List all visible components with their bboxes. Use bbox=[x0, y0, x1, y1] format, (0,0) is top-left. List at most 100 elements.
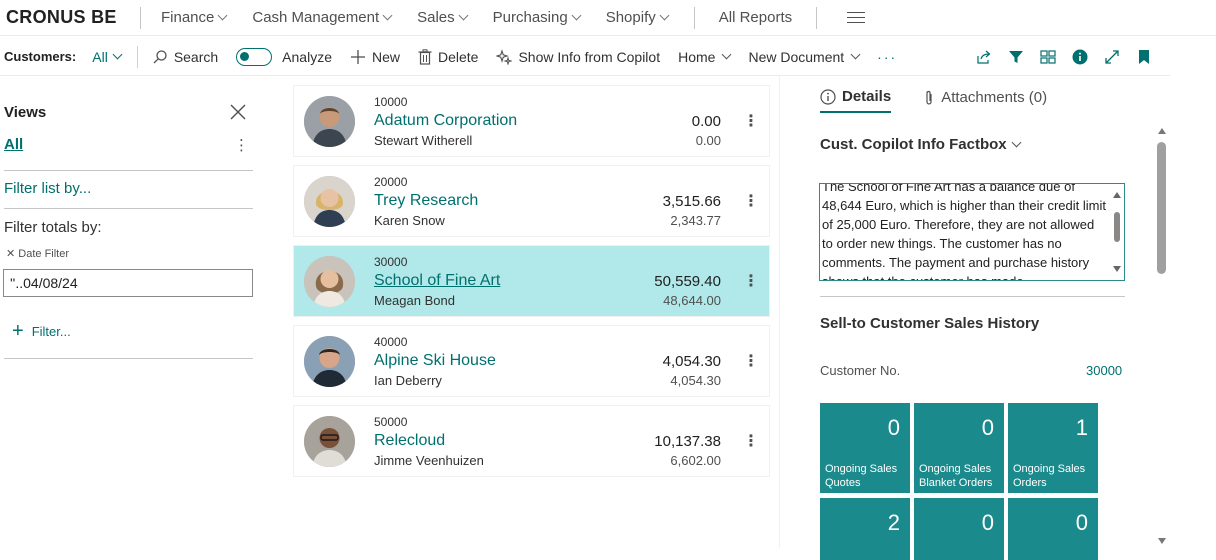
tile[interactable]: 2 bbox=[820, 498, 910, 560]
chevron-down-icon bbox=[571, 10, 582, 21]
date-filter-input[interactable] bbox=[3, 269, 253, 297]
customer-card[interactable]: 10000 Adatum Corporation Stewart Withere… bbox=[294, 86, 769, 156]
share-button[interactable] bbox=[968, 49, 1000, 65]
copilot-label: Show Info from Copilot bbox=[518, 48, 661, 65]
layout-button[interactable] bbox=[1032, 49, 1064, 65]
chevron-down-icon bbox=[458, 10, 469, 21]
nav-item-label: Cash Management bbox=[252, 9, 380, 26]
expand-button[interactable] bbox=[1096, 49, 1128, 65]
tile-ongoing-sales-orders[interactable]: 1 Ongoing Sales Orders bbox=[1008, 403, 1098, 493]
view-all-link[interactable]: All bbox=[4, 136, 23, 153]
search-label: Search bbox=[173, 48, 219, 65]
tile-ongoing-sales-quotes[interactable]: 0 Ongoing Sales Quotes bbox=[820, 403, 910, 493]
new-button[interactable]: New bbox=[350, 49, 400, 65]
plus-icon: + bbox=[12, 320, 24, 342]
analyze-toggle[interactable]: Analyze bbox=[236, 47, 332, 66]
nav-item-finance[interactable]: Finance bbox=[161, 9, 228, 26]
home-menu[interactable]: Home bbox=[678, 49, 732, 65]
more-actions-button[interactable]: ··· bbox=[877, 49, 897, 65]
delete-button[interactable]: Delete bbox=[418, 49, 478, 65]
nav-item-sales[interactable]: Sales bbox=[417, 9, 469, 26]
view-options-icon[interactable]: ⋮ bbox=[234, 136, 249, 154]
tile-ongoing-sales-blanket-orders[interactable]: 0 Ongoing Sales Blanket Orders bbox=[914, 403, 1004, 493]
filter-button[interactable] bbox=[1000, 49, 1032, 65]
hamburger-menu-icon[interactable] bbox=[847, 12, 866, 23]
customer-no-value[interactable]: 30000 bbox=[1086, 363, 1122, 378]
customer-avatar bbox=[304, 96, 355, 147]
bookmark-button[interactable] bbox=[1128, 49, 1160, 65]
nav-item-label: Purchasing bbox=[492, 9, 568, 26]
card-options-icon[interactable]: ⋮ bbox=[743, 351, 759, 371]
close-icon[interactable] bbox=[230, 104, 246, 120]
nav-item-purchasing[interactable]: Purchasing bbox=[492, 9, 582, 26]
nav-item-cash-management[interactable]: Cash Management bbox=[252, 9, 393, 26]
add-filter-label: Filter... bbox=[31, 324, 71, 339]
card-options-icon[interactable]: ⋮ bbox=[743, 111, 759, 131]
remove-filter-icon[interactable]: ✕ bbox=[6, 248, 15, 260]
copilot-scrollbar[interactable] bbox=[1110, 184, 1124, 280]
view-selector[interactable]: All bbox=[92, 49, 123, 65]
copilot-info-text: The School of Fine Art has a balance due… bbox=[822, 183, 1106, 280]
customer-no: 50000 bbox=[374, 415, 408, 429]
delete-label: Delete bbox=[438, 48, 479, 65]
filter-list-link[interactable]: Filter list by... bbox=[4, 180, 91, 197]
chevron-down-icon bbox=[217, 10, 228, 21]
customer-balance-due: 2,343.77 bbox=[670, 213, 721, 228]
tile-value: 0 bbox=[981, 510, 994, 535]
top-navigation: CRONUS BE Finance Cash Management Sales … bbox=[0, 0, 1216, 36]
card-options-icon[interactable]: ⋮ bbox=[743, 431, 759, 451]
tab-details[interactable]: Details bbox=[820, 88, 892, 113]
scroll-up-icon[interactable] bbox=[1158, 128, 1166, 134]
action-bar: Customers: All Search Analyze New Delete… bbox=[0, 38, 1170, 76]
customer-name[interactable]: School of Fine Art bbox=[374, 272, 500, 290]
customer-card[interactable]: 50000 Relecloud Jimme Veenhuizen 10,137.… bbox=[294, 406, 769, 476]
customer-balance: 10,137.38 bbox=[654, 433, 721, 450]
customer-name[interactable]: Relecloud bbox=[374, 432, 445, 450]
factbox-scrollbar[interactable] bbox=[1156, 126, 1168, 546]
info-circle-icon bbox=[820, 88, 836, 105]
company-name[interactable]: CRONUS BE bbox=[0, 7, 140, 28]
scrollbar-thumb[interactable] bbox=[1114, 212, 1120, 242]
plus-icon bbox=[350, 49, 365, 64]
tile[interactable]: 0 bbox=[914, 498, 1004, 560]
page-caption: Customers: bbox=[4, 49, 77, 64]
chevron-down-icon bbox=[659, 10, 670, 21]
all-reports-link[interactable]: All Reports bbox=[695, 9, 816, 26]
new-document-menu[interactable]: New Document bbox=[748, 49, 861, 65]
customer-card[interactable]: 20000 Trey Research Karen Snow 3,515.66 … bbox=[294, 166, 769, 236]
customer-card[interactable]: 40000 Alpine Ski House Ian Deberry 4,054… bbox=[294, 326, 769, 396]
tab-attachments[interactable]: Attachments (0) bbox=[923, 88, 1047, 113]
nav-item-shopify[interactable]: Shopify bbox=[606, 9, 670, 26]
copilot-info-textbox[interactable]: The School of Fine Art has a balance due… bbox=[819, 183, 1125, 281]
grid-layout-icon bbox=[1040, 50, 1056, 64]
scroll-up-icon[interactable] bbox=[1113, 192, 1121, 198]
tile-label: Ongoing Sales Blanket Orders bbox=[919, 463, 993, 489]
share-icon bbox=[977, 50, 991, 64]
customer-no: 40000 bbox=[374, 335, 408, 349]
customer-contact: Stewart Witherell bbox=[374, 133, 473, 148]
card-options-icon[interactable]: ⋮ bbox=[743, 271, 759, 291]
info-button[interactable] bbox=[1064, 49, 1096, 65]
scrollbar-thumb[interactable] bbox=[1157, 142, 1166, 274]
show-copilot-info-button[interactable]: Show Info from Copilot bbox=[496, 49, 660, 65]
tile[interactable]: 0 bbox=[1008, 498, 1098, 560]
info-icon bbox=[1072, 49, 1088, 65]
scroll-down-icon[interactable] bbox=[1158, 538, 1166, 544]
customer-name[interactable]: Alpine Ski House bbox=[374, 352, 496, 370]
customer-card-selected[interactable]: 30000 School of Fine Art Meagan Bond 50,… bbox=[294, 246, 769, 316]
scroll-down-icon[interactable] bbox=[1113, 266, 1121, 272]
search-button[interactable]: Search bbox=[152, 49, 218, 65]
customer-balance-due: 6,602.00 bbox=[670, 453, 721, 468]
date-filter-label: Date Filter bbox=[18, 248, 70, 260]
add-filter-button[interactable]: + Filter... bbox=[12, 320, 71, 343]
customer-avatar bbox=[304, 416, 355, 467]
customer-name[interactable]: Adatum Corporation bbox=[374, 112, 517, 130]
chevron-down-icon bbox=[722, 49, 732, 60]
customer-name[interactable]: Trey Research bbox=[374, 192, 478, 210]
copilot-factbox-header[interactable]: Cust. Copilot Info Factbox bbox=[820, 136, 1022, 153]
analyze-label: Analyze bbox=[282, 48, 332, 65]
chevron-down-icon bbox=[112, 49, 123, 60]
factbox-tabs: Details Attachments (0) bbox=[820, 88, 1079, 113]
card-options-icon[interactable]: ⋮ bbox=[743, 191, 759, 211]
toggle-switch[interactable] bbox=[236, 47, 273, 66]
